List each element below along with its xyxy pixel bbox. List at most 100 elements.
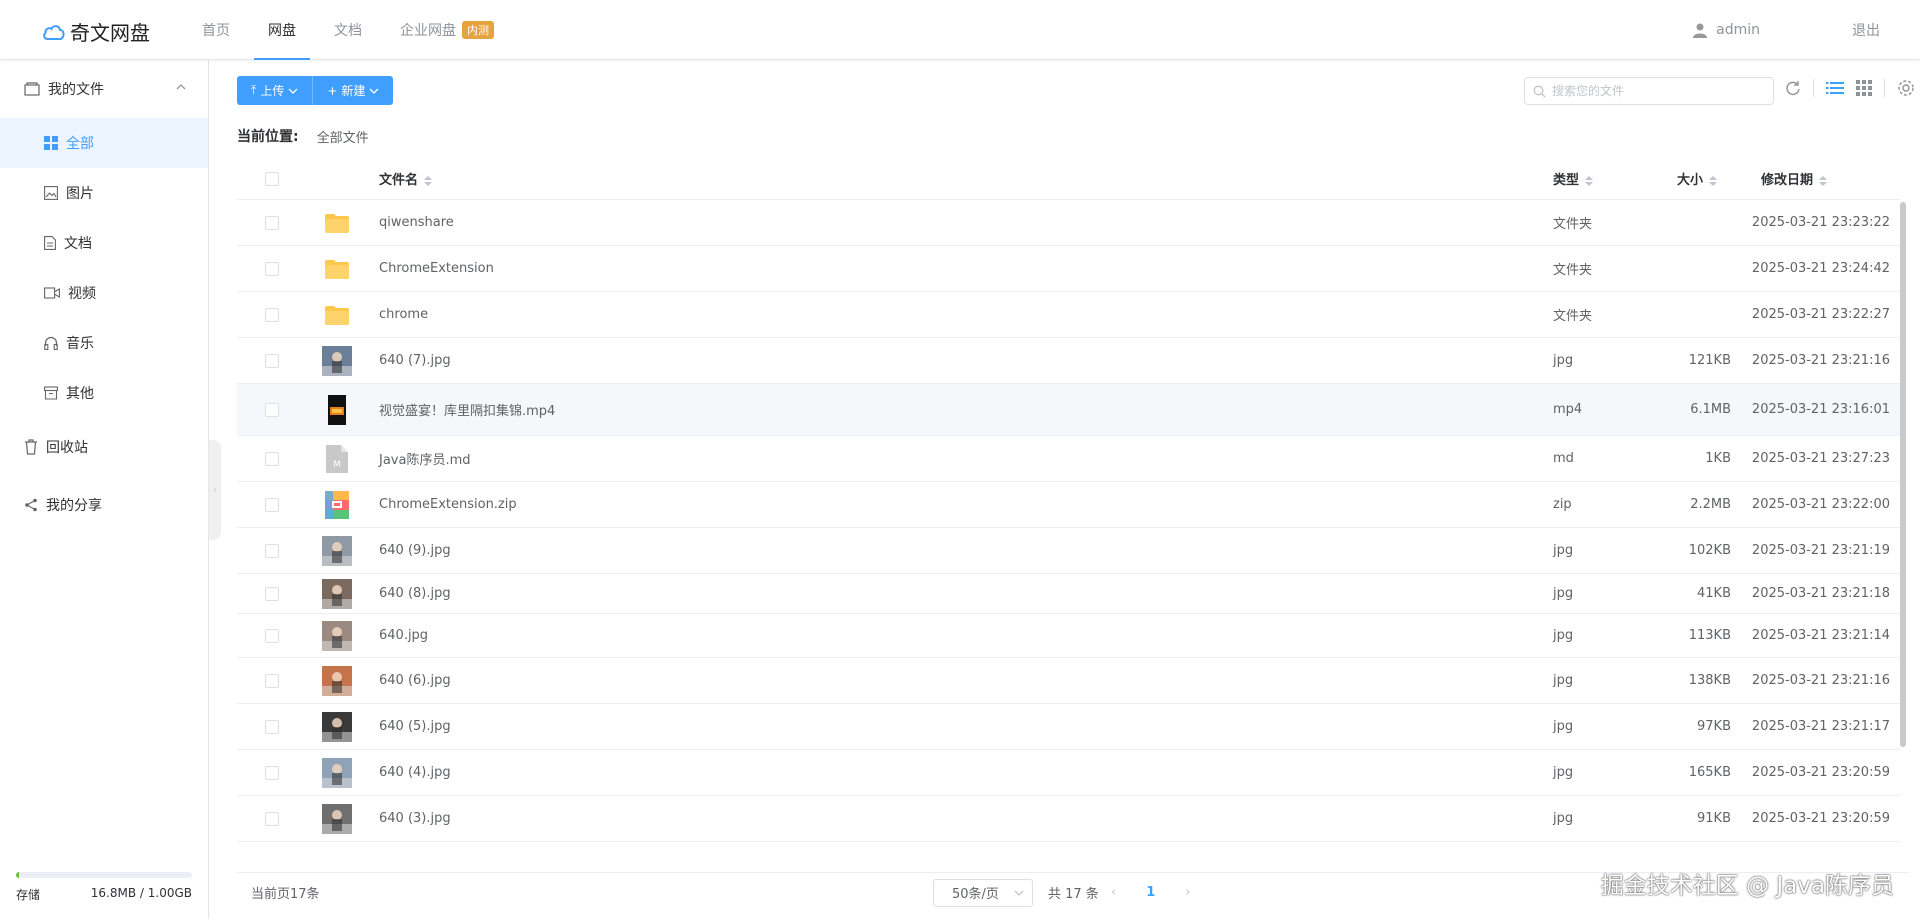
table-row[interactable]: ChromeExtension 文件夹 2025-03-21 23:24:42 [237,246,1900,292]
file-name[interactable]: 640 (7).jpg [367,353,1553,368]
file-name[interactable]: qiwenshare [367,215,1553,230]
upload-button[interactable]: ⤒ 上传 [237,76,314,105]
sidebar-share-label: 我的分享 [46,498,102,514]
file-name[interactable]: 640 (3).jpg [367,811,1553,826]
search-box[interactable] [1524,77,1774,105]
sidebar-item-2[interactable]: 文档 [0,218,208,268]
table-row[interactable]: 640 (7).jpg jpg 121KB 2025-03-21 23:21:16 [237,338,1900,384]
table-row[interactable]: 640 (4).jpg jpg 165KB 2025-03-21 23:20:59 [237,750,1900,796]
table-row[interactable]: 640 (6).jpg jpg 138KB 2025-03-21 23:21:16 [237,658,1900,704]
file-size: 138KB [1688,673,1731,688]
table-row[interactable]: 640 (8).jpg jpg 41KB 2025-03-21 23:21:18 [237,574,1900,614]
table-row[interactable]: qiwenshare 文件夹 2025-03-21 23:23:22 [237,200,1900,246]
file-size: 165KB [1688,765,1731,780]
sidebar-my-share[interactable]: 我的分享 [0,476,208,534]
file-table: 文件名 类型 大小 修改日期 qiwenshare 文件夹 2025-03-21 2… [237,158,1900,842]
page-size-value: 50条/页 [952,887,999,902]
sort-icon [1585,175,1594,186]
file-name[interactable]: 640 (8).jpg [367,586,1553,601]
row-checkbox[interactable] [265,307,279,322]
list-view-icon[interactable] [1826,80,1844,96]
image-thumbnail-icon [322,803,352,834]
grid-view-icon[interactable] [1856,80,1872,96]
new-button[interactable]: + 新建 [313,76,394,105]
file-name[interactable]: Java陈序员.md [367,449,1553,468]
table-row[interactable]: 640 (5).jpg jpg 97KB 2025-03-21 23:21:17 [237,704,1900,750]
nav-home[interactable]: 首页 [188,0,244,60]
table-scrollbar[interactable] [1900,202,1906,747]
sidebar-item-4[interactable]: 音乐 [0,318,208,368]
gear-icon[interactable] [1897,79,1915,97]
row-checkbox[interactable] [265,811,279,826]
refresh-icon[interactable] [1785,80,1801,96]
file-name[interactable]: 640 (5).jpg [367,719,1553,734]
toolbar: ⤒ 上传 + 新建 [237,76,394,105]
select-all-checkbox[interactable] [265,171,279,186]
prev-page-icon[interactable]: ‹ [1111,885,1116,900]
row-checkbox[interactable] [265,719,279,734]
file-name[interactable]: 视觉盛宴！库里隔扣集锦.mp4 [367,400,1553,419]
table-row[interactable]: 640.jpg jpg 113KB 2025-03-21 23:21:14 [237,614,1900,658]
sidebar-recycle-bin[interactable]: 回收站 [0,418,208,476]
header-name[interactable]: 文件名 [367,169,1553,188]
zip-file-icon [325,490,349,519]
folder-icon [325,213,349,233]
table-row[interactable]: 640 (9).jpg jpg 102KB 2025-03-21 23:21:19 [237,528,1900,574]
row-checkbox[interactable] [265,586,279,601]
search-input[interactable] [1552,84,1752,98]
row-checkbox[interactable] [265,215,279,230]
table-row[interactable]: ChromeExtension.zip zip 2.2MB 2025-03-21 23… [237,482,1900,528]
table-row[interactable]: 视觉盛宴！库里隔扣集锦.mp4 mp4 6.1MB 2025-03-21 23:16:… [237,384,1900,436]
file-type: jpg [1553,353,1574,368]
nav-docs-label: 文档 [334,23,362,39]
sidebar-my-files[interactable]: 我的文件 [0,60,208,118]
page-number[interactable]: 1 [1146,885,1155,900]
row-checkbox[interactable] [265,451,279,466]
file-name[interactable]: 640 (4).jpg [367,765,1553,780]
row-checkbox[interactable] [265,765,279,780]
sidebar-recycle-label: 回收站 [46,440,88,456]
file-name[interactable]: ChromeExtension.zip [367,497,1553,512]
row-checkbox[interactable] [265,628,279,643]
sidebar-item-5[interactable]: 其他 [0,368,208,418]
sort-icon [1709,175,1718,186]
row-checkbox[interactable] [265,261,279,276]
file-date: 2025-03-21 23:21:18 [1751,586,1890,601]
file-name[interactable]: 640 (9).jpg [367,543,1553,558]
logo[interactable]: 奇文网盘 [42,17,150,46]
sidebar-item-1[interactable]: 图片 [0,168,208,218]
user-menu[interactable]: admin [1692,0,1760,60]
table-row[interactable]: M Java陈序员.md md 1KB 2025-03-21 23:27:23 [237,436,1900,482]
row-checkbox[interactable] [265,402,279,417]
file-name[interactable]: 640.jpg [367,628,1553,643]
row-checkbox[interactable] [265,497,279,512]
header-type[interactable]: 类型 [1553,169,1657,188]
page-size-select[interactable]: 50条/页 [933,878,1033,907]
header-size[interactable]: 大小 [1657,169,1737,188]
file-size: 102KB [1688,543,1731,558]
nav-docs[interactable]: 文档 [320,0,376,60]
file-date: 2025-03-21 23:21:17 [1751,719,1890,734]
file-name[interactable]: chrome [367,307,1553,322]
storage-value: 16.8MB / 1.00GB [90,886,192,900]
row-checkbox[interactable] [265,543,279,558]
row-checkbox[interactable] [265,673,279,688]
breadcrumb-current[interactable]: 全部文件 [317,127,369,146]
sort-icon [424,175,433,186]
sidebar-item-3[interactable]: 视频 [0,268,208,318]
sidebar-collapse-handle[interactable]: ‹ [209,440,221,540]
table-row[interactable]: 640 (3).jpg jpg 91KB 2025-03-21 23:20:59 [237,796,1900,842]
markdown-file-icon: M [326,444,348,473]
file-name[interactable]: 640 (6).jpg [367,673,1553,688]
header-date[interactable]: 修改日期 [1737,169,1900,188]
sidebar-item-0[interactable]: 全部 [0,118,208,168]
row-checkbox[interactable] [265,353,279,368]
nav-netdisk[interactable]: 网盘 [254,0,310,60]
logout-link[interactable]: 退出 [1852,0,1880,60]
next-page-icon[interactable]: › [1185,885,1190,900]
nav-enterprise[interactable]: 企业网盘 内测 [386,0,508,60]
file-name[interactable]: ChromeExtension [367,261,1553,276]
table-row[interactable]: chrome 文件夹 2025-03-21 23:22:27 [237,292,1900,338]
search-icon [1533,85,1546,97]
file-size: 91KB [1697,811,1731,826]
